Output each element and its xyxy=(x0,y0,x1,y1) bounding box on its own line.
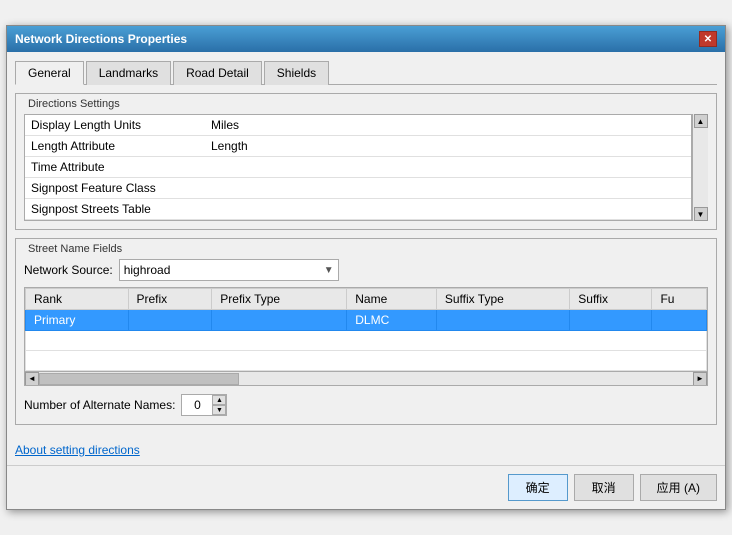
title-bar: Network Directions Properties ✕ xyxy=(7,26,725,52)
setting-value: Miles xyxy=(205,115,691,136)
street-fields-table: Rank Prefix Prefix Type Name Suffix Type… xyxy=(25,288,707,371)
setting-key: Display Length Units xyxy=(25,115,205,136)
cell-suffix xyxy=(570,310,652,331)
tab-shields[interactable]: Shields xyxy=(264,61,329,85)
vertical-scrollbar: ▲ ▼ xyxy=(692,114,708,221)
setting-value xyxy=(205,178,691,199)
street-fields-tbody: Primary DLMC xyxy=(26,310,707,371)
spinner-down-button[interactable]: ▼ xyxy=(212,405,226,415)
tab-bar: General Landmarks Road Detail Shields xyxy=(15,60,717,85)
settings-table: Display Length Units Miles Length Attrib… xyxy=(25,115,691,220)
spinner-up-button[interactable]: ▲ xyxy=(212,395,226,405)
col-suffix-type: Suffix Type xyxy=(436,289,569,310)
window-body: General Landmarks Road Detail Shields Di… xyxy=(7,52,725,465)
col-rank: Rank xyxy=(26,289,129,310)
table-row-empty-2 xyxy=(26,351,707,371)
network-source-label: Network Source: xyxy=(24,263,113,277)
window-title: Network Directions Properties xyxy=(15,32,187,46)
table-row: Length Attribute Length xyxy=(25,136,691,157)
settings-tbody: Display Length Units Miles Length Attrib… xyxy=(25,115,691,220)
scroll-down-button[interactable]: ▼ xyxy=(694,207,708,221)
table-row[interactable]: Primary DLMC xyxy=(26,310,707,331)
col-prefix: Prefix xyxy=(128,289,212,310)
col-name: Name xyxy=(347,289,437,310)
close-button[interactable]: ✕ xyxy=(699,31,717,47)
setting-value: Length xyxy=(205,136,691,157)
street-fields-table-wrapper: Rank Prefix Prefix Type Name Suffix Type… xyxy=(24,287,708,386)
scroll-right-button[interactable]: ► xyxy=(693,372,707,386)
table-row-empty-1 xyxy=(26,331,707,351)
street-name-fields-section: Street Name Fields Network Source: highr… xyxy=(15,238,717,425)
col-fu: Fu xyxy=(652,289,707,310)
network-source-dropdown[interactable]: highroad ▼ xyxy=(119,259,339,281)
scroll-thumb[interactable] xyxy=(694,130,708,205)
cancel-button[interactable]: 取消 xyxy=(574,474,634,501)
table-row: Display Length Units Miles xyxy=(25,115,691,136)
chevron-down-icon: ▼ xyxy=(324,265,334,276)
alt-names-spinner[interactable]: ▲ ▼ xyxy=(181,394,227,416)
cell-name: DLMC xyxy=(347,310,437,331)
street-name-fields-legend: Street Name Fields xyxy=(24,243,708,255)
tab-general[interactable]: General xyxy=(15,61,84,85)
alt-names-input[interactable] xyxy=(182,395,212,415)
scroll-up-button[interactable]: ▲ xyxy=(694,114,708,128)
settings-table-scroll-area: Display Length Units Miles Length Attrib… xyxy=(24,114,708,221)
spinner-buttons: ▲ ▼ xyxy=(212,395,226,415)
directions-settings-section: Directions Settings Display Length Units… xyxy=(15,93,717,230)
col-prefix-type: Prefix Type xyxy=(212,289,347,310)
scroll-left-button[interactable]: ◄ xyxy=(25,372,39,386)
main-window: Network Directions Properties ✕ General … xyxy=(6,25,726,510)
table-row: Signpost Feature Class xyxy=(25,178,691,199)
cell-prefix xyxy=(128,310,212,331)
tab-landmarks[interactable]: Landmarks xyxy=(86,61,171,85)
cell-fu xyxy=(652,310,707,331)
settings-table-wrapper: Display Length Units Miles Length Attrib… xyxy=(24,114,692,221)
setting-key: Signpost Streets Table xyxy=(25,199,205,220)
apply-button[interactable]: 应用 (A) xyxy=(640,474,717,501)
ok-button[interactable]: 确定 xyxy=(508,474,568,501)
network-source-value: highroad xyxy=(124,263,171,277)
cell-suffix-type xyxy=(436,310,569,331)
table-row: Time Attribute xyxy=(25,157,691,178)
col-suffix: Suffix xyxy=(570,289,652,310)
network-source-row: Network Source: highroad ▼ xyxy=(24,259,708,281)
alt-names-row: Number of Alternate Names: ▲ ▼ xyxy=(24,394,708,416)
bottom-bar: 确定 取消 应用 (A) xyxy=(7,465,725,509)
directions-settings-legend: Directions Settings xyxy=(24,98,708,110)
h-scroll-thumb[interactable] xyxy=(39,373,239,385)
horizontal-scrollbar: ◄ ► xyxy=(25,371,707,385)
setting-key: Time Attribute xyxy=(25,157,205,178)
about-directions-link[interactable]: About setting directions xyxy=(15,443,140,457)
setting-key: Length Attribute xyxy=(25,136,205,157)
setting-value xyxy=(205,157,691,178)
tab-road-detail[interactable]: Road Detail xyxy=(173,61,262,85)
alt-names-label: Number of Alternate Names: xyxy=(24,398,175,412)
setting-value xyxy=(205,199,691,220)
h-scroll-track[interactable] xyxy=(39,372,693,386)
street-fields-thead: Rank Prefix Prefix Type Name Suffix Type… xyxy=(26,289,707,310)
cell-rank: Primary xyxy=(26,310,129,331)
settings-table-container: Display Length Units Miles Length Attrib… xyxy=(24,114,708,221)
header-row: Rank Prefix Prefix Type Name Suffix Type… xyxy=(26,289,707,310)
table-row: Signpost Streets Table xyxy=(25,199,691,220)
cell-prefix-type xyxy=(212,310,347,331)
setting-key: Signpost Feature Class xyxy=(25,178,205,199)
